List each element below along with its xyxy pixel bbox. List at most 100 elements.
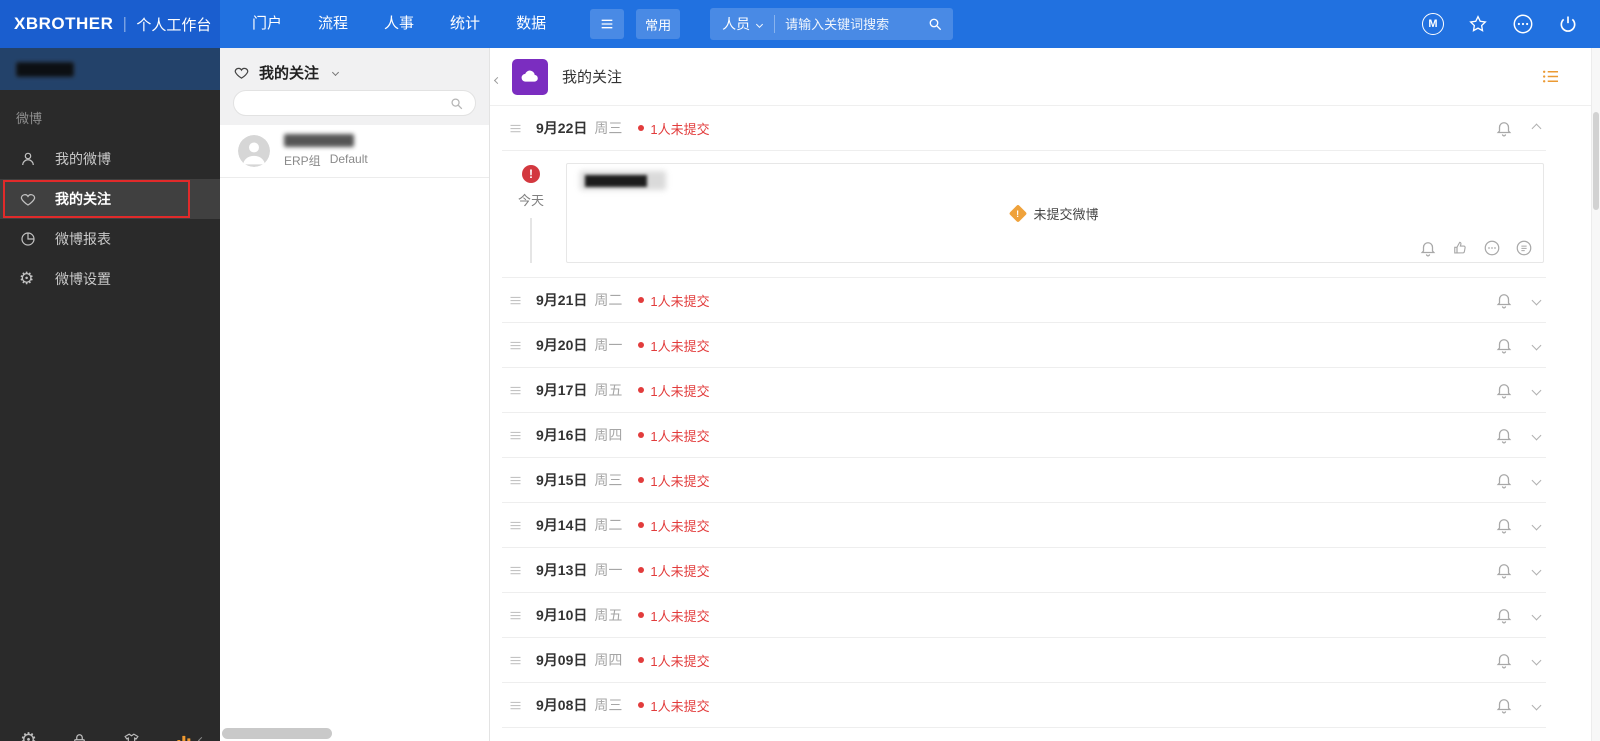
expand-chevron-icon[interactable] xyxy=(1531,430,1542,440)
search-category-dropdown[interactable]: 人员 xyxy=(710,14,774,34)
expand-chevron-icon[interactable] xyxy=(1531,295,1542,305)
bell-icon[interactable] xyxy=(1495,651,1513,669)
row-date: 9月09日 xyxy=(536,652,588,668)
sidebar-item-my-follows[interactable]: 我的关注 xyxy=(0,179,220,219)
expand-chevron-icon[interactable] xyxy=(1531,340,1542,350)
collapse-panel-button[interactable] xyxy=(491,70,503,90)
expand-chevron-icon[interactable] xyxy=(1531,475,1542,485)
drag-handle-icon xyxy=(508,563,524,578)
horizontal-scrollbar-thumb[interactable] xyxy=(222,728,332,739)
sidebar-item-label: 微博设置 xyxy=(55,271,111,287)
expand-chevron-icon[interactable] xyxy=(1531,700,1542,710)
row-status-text: 1人未提交 xyxy=(650,518,710,534)
drag-handle-icon xyxy=(508,428,524,443)
nav-item-hr[interactable]: 人事 xyxy=(366,0,432,48)
bell-icon[interactable] xyxy=(1495,119,1513,137)
date-row[interactable]: 9月22日 周三 1人未提交 xyxy=(502,106,1546,151)
sidebar-item-weibo-settings[interactable]: ⚙ 微博设置 xyxy=(0,259,220,299)
top-nav: 门户 流程 人事 统计 数据 xyxy=(234,0,564,48)
expand-chevron-icon[interactable] xyxy=(1531,610,1542,620)
date-row[interactable]: 9月17日 周五 1人未提交 xyxy=(502,368,1546,413)
bell-icon[interactable] xyxy=(1495,291,1513,309)
date-row[interactable]: 9月13日 周一 1人未提交 xyxy=(502,548,1546,593)
bell-icon[interactable] xyxy=(1495,426,1513,444)
date-row[interactable]: 9月16日 周四 1人未提交 xyxy=(502,413,1546,458)
row-date: 9月21日 xyxy=(536,292,588,308)
drag-handle-icon xyxy=(508,698,524,713)
logo-workspace-text: 个人工作台 xyxy=(136,16,212,34)
settings-gear-icon[interactable]: ⚙ xyxy=(20,730,37,741)
document-icon[interactable] xyxy=(1515,239,1533,257)
redacted-user-name xyxy=(15,60,75,78)
power-logout-icon[interactable] xyxy=(1558,14,1578,34)
nav-item-data[interactable]: 数据 xyxy=(498,0,564,48)
date-row[interactable]: 9月15日 周三 1人未提交 xyxy=(502,458,1546,503)
row-date: 9月14日 xyxy=(536,517,588,533)
row-actions xyxy=(1495,291,1542,309)
app-logo[interactable]: XBROTHER ｜ 个人工作台 xyxy=(0,0,220,48)
sidebar-item-weibo-report[interactable]: 微博报表 xyxy=(0,219,220,259)
nav-item-portal[interactable]: 门户 xyxy=(234,0,300,48)
bell-icon[interactable] xyxy=(1495,696,1513,714)
row-status-text: 1人未提交 xyxy=(650,473,710,489)
vertical-scrollbar[interactable] xyxy=(1591,48,1600,741)
collapse-chevron-icon[interactable] xyxy=(1531,123,1542,133)
bar-chart-icon[interactable] xyxy=(174,730,206,741)
row-actions xyxy=(1495,561,1542,579)
status-dot xyxy=(638,342,645,348)
bell-icon[interactable] xyxy=(1419,239,1437,257)
row-status-text: 1人未提交 xyxy=(650,653,710,669)
panel-search-input[interactable] xyxy=(245,95,449,111)
today-label: 今天 xyxy=(517,193,544,208)
more-circle-icon[interactable] xyxy=(1483,239,1501,257)
more-options-icon[interactable] xyxy=(1512,13,1534,35)
frequently-used-button[interactable]: 常用 xyxy=(636,9,681,39)
row-status-text: 1人未提交 xyxy=(650,121,710,137)
panel-header[interactable]: 我的关注 xyxy=(233,48,476,90)
date-row[interactable]: 9月10日 周五 1人未提交 xyxy=(502,593,1546,638)
date-row[interactable]: 9月08日 周三 1人未提交 xyxy=(502,683,1546,728)
row-date: 9月10日 xyxy=(536,607,588,623)
list-view-toggle-icon[interactable] xyxy=(1541,67,1574,86)
vertical-scrollbar-thumb[interactable] xyxy=(1593,112,1599,210)
bell-icon[interactable] xyxy=(1495,381,1513,399)
bell-icon[interactable] xyxy=(1495,561,1513,579)
row-actions xyxy=(1495,696,1542,714)
date-row[interactable]: 9月14日 周二 1人未提交 xyxy=(502,503,1546,548)
expand-chevron-icon[interactable] xyxy=(1531,520,1542,530)
status-dot xyxy=(638,432,645,438)
bell-icon[interactable] xyxy=(1495,516,1513,534)
thumbs-up-icon[interactable] xyxy=(1451,239,1469,257)
expand-chevron-icon[interactable] xyxy=(1531,385,1542,395)
expand-chevron-icon[interactable] xyxy=(1531,655,1542,665)
clothes-icon[interactable] xyxy=(122,731,141,741)
favorite-star-icon[interactable] xyxy=(1468,14,1488,34)
global-search-input[interactable] xyxy=(775,16,918,32)
message-center-icon[interactable]: M xyxy=(1422,13,1444,35)
date-row[interactable]: 9月09日 周四 1人未提交 xyxy=(502,638,1546,683)
bell-icon[interactable] xyxy=(1495,471,1513,489)
date-row[interactable]: 9月20日 周一 1人未提交 xyxy=(502,323,1546,368)
search-icon xyxy=(927,16,943,32)
follow-list-panel: 我的关注 ERP组 Default xyxy=(220,48,490,741)
chevron-down-icon xyxy=(756,20,764,28)
search-button[interactable] xyxy=(917,8,953,40)
bell-icon[interactable] xyxy=(1495,336,1513,354)
sidebar: 微博 我的微博 我的关注 微博报表 ⚙ 微博设置 ⚙ xyxy=(0,48,220,741)
nav-item-process[interactable]: 流程 xyxy=(300,0,366,48)
weibo-status-card: ! 未提交微博 xyxy=(566,163,1544,263)
date-row[interactable]: 9月21日 周二 1人未提交 xyxy=(502,278,1546,323)
drag-handle-icon xyxy=(508,121,524,136)
sidebar-item-my-weibo[interactable]: 我的微博 xyxy=(0,139,220,179)
nav-item-statistics[interactable]: 统计 xyxy=(432,0,498,48)
status-dot xyxy=(638,657,645,663)
lock-icon[interactable] xyxy=(70,731,89,741)
bell-icon[interactable] xyxy=(1495,606,1513,624)
apps-menu-button[interactable] xyxy=(590,9,625,39)
row-weekday: 周五 xyxy=(594,382,623,398)
followed-member-item[interactable]: ERP组 Default xyxy=(220,125,489,178)
current-user-block[interactable] xyxy=(0,48,220,90)
chevron-left-icon xyxy=(493,76,501,84)
row-actions xyxy=(1495,426,1542,444)
expand-chevron-icon[interactable] xyxy=(1531,565,1542,575)
